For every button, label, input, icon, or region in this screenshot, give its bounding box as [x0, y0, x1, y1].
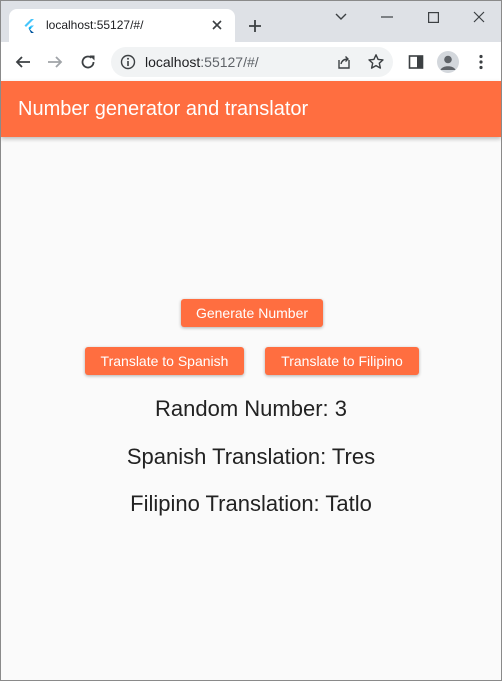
info-icon[interactable]: [120, 54, 136, 70]
url-host: localhost: [145, 54, 201, 70]
profile-avatar-icon[interactable]: [437, 51, 459, 73]
minimize-icon[interactable]: [377, 7, 397, 27]
app-title: Number generator and translator: [18, 98, 309, 120]
side-panel-icon[interactable]: [406, 52, 426, 72]
chevron-down-icon[interactable]: [331, 7, 351, 27]
tab-strip: localhost:55127/#/: [1, 1, 501, 42]
spanish-translation-text: Spanish Translation: Tres: [126, 444, 376, 469]
close-tab-icon[interactable]: [209, 17, 225, 33]
translate-filipino-button[interactable]: Translate to Filipino: [265, 347, 419, 375]
flutter-icon: [24, 19, 34, 33]
generate-number-button[interactable]: Generate Number: [181, 299, 323, 327]
tab-title: localhost:55127/#/: [46, 18, 144, 32]
random-number-text: Random Number: 3: [155, 396, 347, 421]
browser-tab[interactable]: localhost:55127/#/: [9, 9, 235, 42]
translate-spanish-button[interactable]: Translate to Spanish: [85, 347, 244, 375]
more-menu-icon[interactable]: [471, 52, 491, 72]
url-path: :55127/#/: [200, 54, 259, 70]
filipino-translation-text: Filipino Translation: Tatlo: [130, 491, 372, 516]
star-icon[interactable]: [367, 53, 385, 71]
browser-toolbar: localhost:55127/#/: [1, 42, 501, 81]
app-bar: Number generator and translator: [1, 81, 501, 137]
new-tab-icon[interactable]: [245, 16, 265, 36]
app-page: Number generator and translator Generate…: [1, 81, 501, 680]
maximize-icon[interactable]: [423, 7, 443, 27]
share-icon[interactable]: [335, 53, 353, 71]
browser-window: localhost:55127/#/ localhost:55127/#/ Nu…: [0, 0, 502, 681]
url-text[interactable]: localhost:55127/#/: [145, 54, 259, 70]
back-arrow-icon[interactable]: [13, 52, 33, 72]
address-bar[interactable]: localhost:55127/#/: [111, 47, 393, 77]
reload-icon[interactable]: [78, 52, 98, 72]
close-window-icon[interactable]: [469, 7, 489, 27]
forward-arrow-icon[interactable]: [45, 52, 65, 72]
